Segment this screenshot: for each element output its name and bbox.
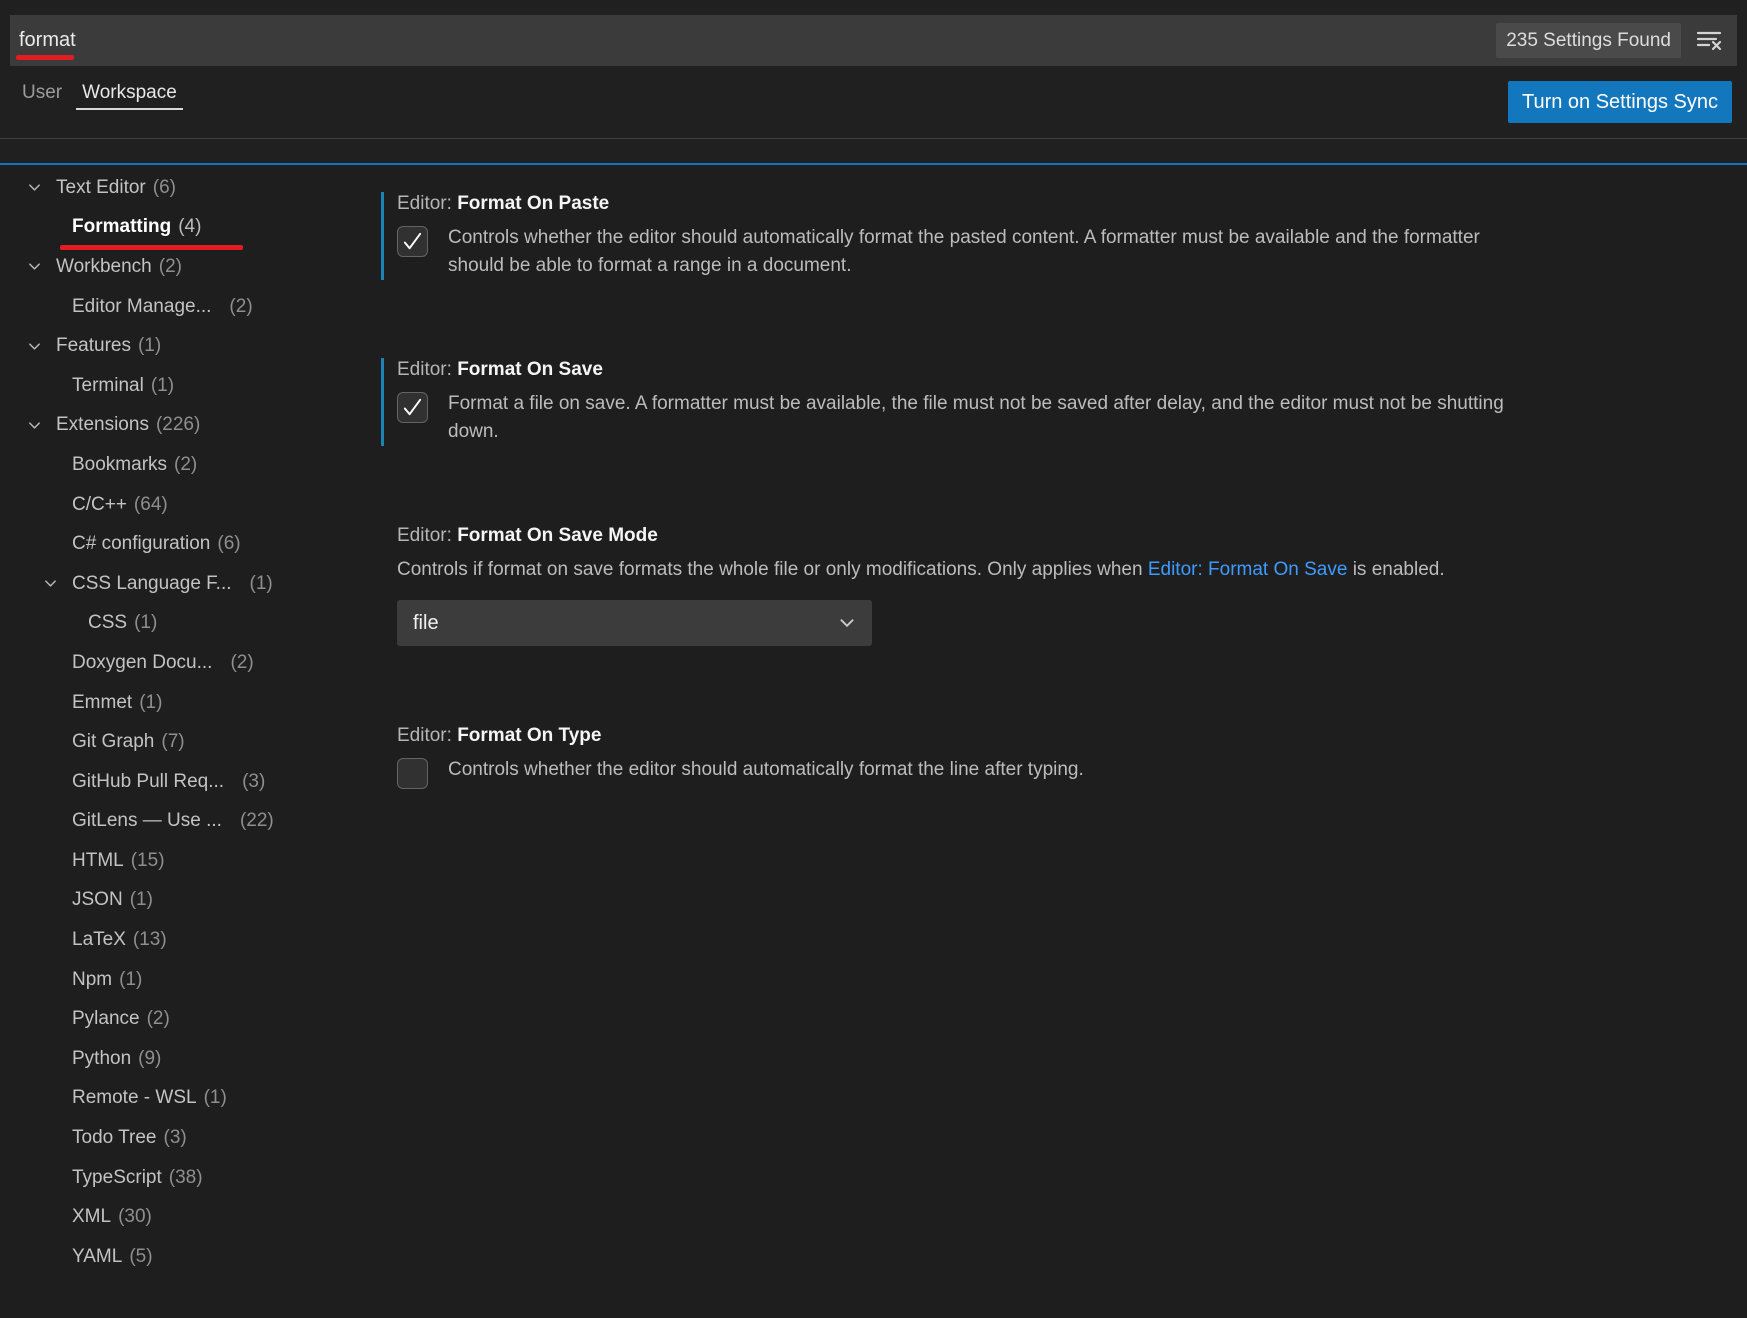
- setting-format-on-save: Editor: Format On Save Format a file on …: [381, 358, 1747, 446]
- setting-description: Controls whether the editor should autom…: [448, 224, 1508, 280]
- turn-on-settings-sync-button[interactable]: Turn on Settings Sync: [1508, 81, 1732, 123]
- tab-user[interactable]: User: [22, 82, 62, 136]
- sidebar-item-json[interactable]: JSON (1): [0, 881, 360, 921]
- setting-description: Controls if format on save formats the w…: [397, 556, 1747, 584]
- scope-tabs: User Workspace: [22, 82, 177, 136]
- chevron-down-icon: [838, 614, 856, 632]
- clear-filters-icon: [1695, 27, 1723, 55]
- sidebar-item-workbench[interactable]: Workbench (2): [0, 247, 360, 287]
- sidebar-item-yaml[interactable]: YAML (5): [0, 1237, 360, 1277]
- chevron-down-icon[interactable]: [26, 417, 43, 434]
- sidebar-item-npm[interactable]: Npm (1): [0, 960, 360, 1000]
- sidebar-item-todo-tree[interactable]: Todo Tree (3): [0, 1118, 360, 1158]
- sidebar-item-editor-manage[interactable]: Editor Manage... (2): [0, 287, 360, 327]
- format-on-type-checkbox[interactable]: [397, 758, 428, 789]
- sidebar-item-text-editor[interactable]: Text Editor (6): [0, 168, 360, 208]
- results-count-badge: 235 Settings Found: [1496, 23, 1681, 58]
- sidebar-item-emmet[interactable]: Emmet (1): [0, 683, 360, 723]
- setting-description: Format a file on save. A formatter must …: [448, 390, 1508, 446]
- settings-toc: Text Editor (6) Formatting (4) Workbench…: [0, 166, 360, 1318]
- checkmark-icon: [401, 230, 424, 253]
- sidebar-item-c-configuration[interactable]: C# configuration (6): [0, 524, 360, 564]
- sidebar-item-latex[interactable]: LaTeX (13): [0, 920, 360, 960]
- header-accent-line: [0, 163, 1747, 165]
- sidebar-item-typescript[interactable]: TypeScript (38): [0, 1158, 360, 1198]
- setting-title: Editor: Format On Save: [397, 358, 1747, 382]
- sidebar-item-css[interactable]: CSS (1): [0, 604, 360, 644]
- setting-format-on-paste: Editor: Format On Paste Controls whether…: [381, 192, 1747, 280]
- setting-title: Editor: Format On Type: [397, 724, 1747, 748]
- sidebar-item-doxygen-docu[interactable]: Doxygen Docu... (2): [0, 643, 360, 683]
- search-input[interactable]: [10, 15, 1496, 66]
- sidebar-item-bookmarks[interactable]: Bookmarks (2): [0, 445, 360, 485]
- setting-title: Editor: Format On Save Mode: [397, 524, 1747, 548]
- sidebar-item-features[interactable]: Features (1): [0, 326, 360, 366]
- settings-list: Editor: Format On Paste Controls whether…: [360, 166, 1747, 1318]
- format-on-paste-checkbox[interactable]: [397, 226, 428, 257]
- select-value: file: [413, 612, 439, 635]
- settings-header: 235 Settings Found User Workspace Turn o…: [0, 0, 1747, 166]
- sidebar-item-git-graph[interactable]: Git Graph (7): [0, 722, 360, 762]
- format-on-save-checkbox[interactable]: [397, 392, 428, 423]
- chevron-down-icon[interactable]: [26, 179, 43, 196]
- chevron-down-icon[interactable]: [26, 258, 43, 275]
- checkmark-icon: [401, 396, 424, 419]
- chevron-down-icon[interactable]: [26, 338, 43, 355]
- search-bar[interactable]: 235 Settings Found: [10, 15, 1737, 66]
- sidebar-item-pylance[interactable]: Pylance (2): [0, 999, 360, 1039]
- setting-description: Controls whether the editor should autom…: [448, 756, 1084, 784]
- sidebar-item-remote-wsl[interactable]: Remote - WSL (1): [0, 1079, 360, 1119]
- sidebar-item-extensions[interactable]: Extensions (226): [0, 406, 360, 446]
- sidebar-item-gitlens-use[interactable]: GitLens — Use ... (22): [0, 802, 360, 842]
- tabs-divider: [0, 138, 1747, 139]
- sidebar-item-github-pull-req[interactable]: GitHub Pull Req... (3): [0, 762, 360, 802]
- chevron-down-icon[interactable]: [42, 575, 59, 592]
- tab-workspace[interactable]: Workspace: [82, 82, 177, 136]
- sidebar-item-python[interactable]: Python (9): [0, 1039, 360, 1079]
- format-on-save-mode-select[interactable]: file: [397, 600, 872, 646]
- sidebar-item-html[interactable]: HTML (15): [0, 841, 360, 881]
- clear-filters-button[interactable]: [1693, 25, 1725, 57]
- sidebar-item-xml[interactable]: XML (30): [0, 1197, 360, 1237]
- setting-title: Editor: Format On Paste: [397, 192, 1747, 216]
- annotation-underline-search: [16, 55, 74, 60]
- setting-format-on-type: Editor: Format On Type Controls whether …: [381, 724, 1747, 789]
- sidebar-item-c-c[interactable]: C/C++ (64): [0, 485, 360, 525]
- sidebar-item-css-language-f[interactable]: CSS Language F... (1): [0, 564, 360, 604]
- sidebar-item-terminal[interactable]: Terminal (1): [0, 366, 360, 406]
- sidebar-item-formatting[interactable]: Formatting (4): [0, 208, 360, 248]
- format-on-save-link[interactable]: Editor: Format On Save: [1148, 559, 1348, 580]
- setting-format-on-save-mode: Editor: Format On Save Mode Controls if …: [381, 524, 1747, 646]
